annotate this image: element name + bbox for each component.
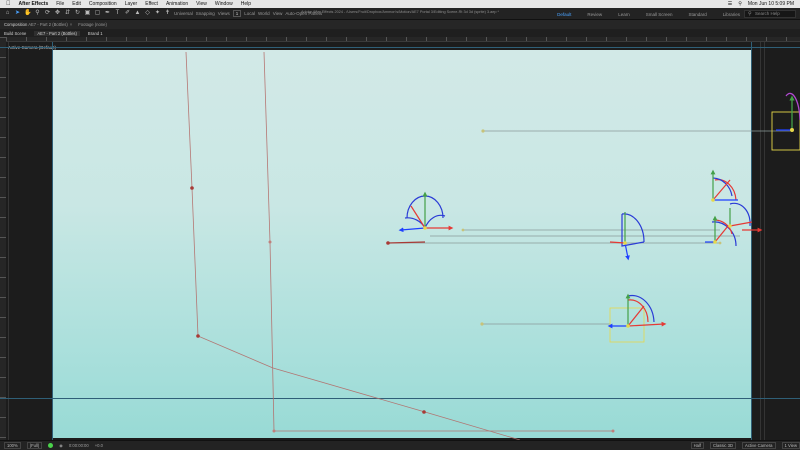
view-mode-select[interactable]: Half: [690, 442, 705, 449]
3d-rotation-gizmo: [705, 169, 763, 247]
camera-select[interactable]: Active Camera: [742, 442, 776, 449]
3d-rotation-gizmo: [607, 293, 667, 329]
fast-preview-icon[interactable]: [48, 443, 54, 448]
keyframe: [386, 241, 390, 245]
views-layout-select[interactable]: 1 View: [781, 442, 800, 449]
3d-rotation-gizmo: [398, 191, 454, 233]
exposure-value[interactable]: +0.0: [95, 443, 103, 448]
3d-rotation-gizmo: [609, 212, 645, 261]
snapshot-icon[interactable]: ◉: [59, 443, 63, 448]
anchor-point: [461, 129, 722, 326]
zoom-select[interactable]: 100%: [4, 442, 21, 449]
viewer-overlay: [185, 51, 800, 441]
viewer-statusbar: 100% (Full) ◉ 0:00:00:00 +0.0 Half Class…: [0, 440, 800, 450]
renderer-select[interactable]: Classic 3D: [710, 442, 737, 449]
3d-rotation-gizmo: [776, 92, 800, 132]
resolution-select[interactable]: (Full): [26, 442, 43, 449]
timecode-display[interactable]: 0:00:00:00: [69, 443, 89, 448]
motion-path: [185, 51, 613, 441]
keyframe: [190, 186, 615, 433]
